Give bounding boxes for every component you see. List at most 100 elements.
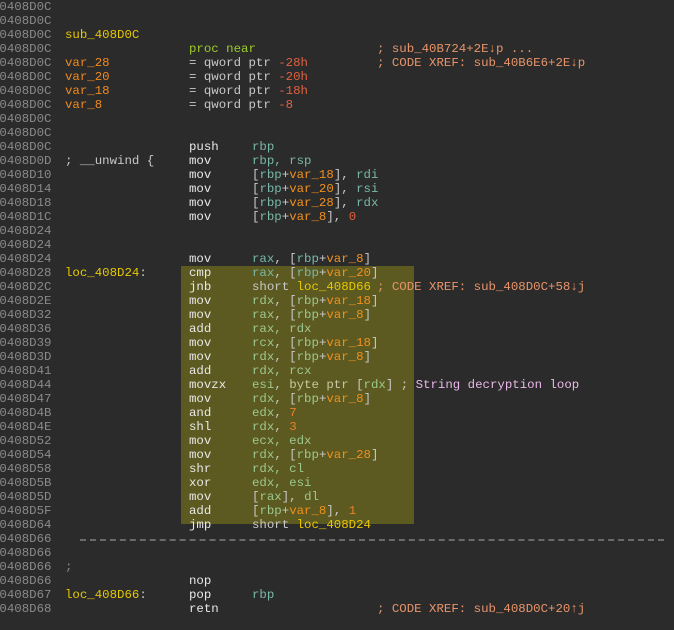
exit-label-line[interactable]: 00408D66 loc_408D66: ; CODE XREF: sub_40…: [0, 560, 674, 616]
disassembly-listing[interactable]: 00408D0C sub_408D0C proc near ; CODE XRE…: [0, 0, 674, 616]
label-ref[interactable]: loc_408D66: [297, 280, 371, 294]
instruction-line[interactable]: 00408D52 mov ecx, edx: [0, 434, 674, 448]
variable-name[interactable]: var_8: [65, 98, 102, 112]
register: rdx: [252, 350, 275, 364]
variable-type: = qword ptr -8: [189, 98, 293, 112]
instruction-line[interactable]: 00408D67 pop rbp: [0, 588, 674, 602]
address: 00408D58: [0, 462, 52, 476]
register: rax: [252, 266, 275, 280]
instruction-line[interactable]: 00408D4B and edx, 7: [0, 406, 674, 420]
stack-variable-line[interactable]: 00408D0C var_18 = qword ptr -18h: [0, 84, 674, 98]
address: 00408D4B: [0, 406, 52, 420]
register: rbp: [252, 588, 275, 602]
unwind-line: 00408D0C ; __unwind {: [0, 126, 674, 168]
variable-ref[interactable]: var_28: [326, 448, 371, 462]
instruction-line[interactable]: 00408D1C mov [rbp+var_8], 0: [0, 210, 674, 224]
operand-br: , [: [274, 308, 297, 322]
register: edx, esi: [252, 476, 312, 490]
instruction-line[interactable]: 00408D54 mov rdx, [rbp+var_28]: [0, 448, 674, 462]
variable-ref[interactable]: var_20: [326, 266, 371, 280]
instruction-line[interactable]: 00408D24 mov rax, [rbp+var_8]: [0, 252, 674, 266]
stack-variable-line[interactable]: 00408D0C var_8 = qword ptr -8: [0, 98, 674, 112]
operands: [rbp+var_28], rdx: [252, 196, 378, 210]
instruction-line[interactable]: 00408D36 add rax, rdx: [0, 322, 674, 336]
variable-ref[interactable]: var_20: [289, 182, 334, 196]
variable-ref[interactable]: var_8: [289, 210, 326, 224]
variable-ref[interactable]: var_8: [289, 504, 326, 518]
address: 00408D2C: [0, 280, 52, 294]
operands: [rbp+var_8], 0: [252, 210, 356, 224]
instruction-line[interactable]: 00408D2C jnb short loc_408D66: [0, 280, 674, 294]
instruction-line[interactable]: 00408D5F add [rbp+var_8], 1: [0, 504, 674, 518]
instruction-line[interactable]: 00408D68 retn: [0, 602, 674, 616]
register: rbp, rsp: [252, 154, 312, 168]
variable-offset: -28h: [278, 56, 308, 70]
register: rbp: [259, 210, 282, 224]
address: 00408D66: [0, 546, 52, 560]
operand-br: , [: [274, 336, 297, 350]
address: 00408D24: [0, 252, 52, 266]
variable-ref[interactable]: var_8: [326, 252, 363, 266]
stack-variable-line[interactable]: 00408D0C var_20 = qword ptr -20h: [0, 70, 674, 84]
register: rdx: [252, 448, 275, 462]
variable-offset: -20h: [278, 70, 308, 84]
address: 00408D14: [0, 182, 52, 196]
mnemonic: mov: [189, 490, 212, 504]
stack-variable-line[interactable]: 00408D0C var_28 = qword ptr -28h: [0, 56, 674, 70]
instruction-line[interactable]: 00408D5B xor edx, esi: [0, 476, 674, 490]
instruction-line[interactable]: 00408D3D mov rdx, [rbp+var_8]: [0, 350, 674, 364]
operand-br: , [: [274, 392, 297, 406]
variable-ref[interactable]: var_28: [289, 196, 334, 210]
type-text: = qword ptr: [189, 98, 279, 112]
register: rbp: [296, 448, 319, 462]
separator-dashes: [80, 539, 664, 541]
operands: rbp: [252, 588, 274, 602]
instruction-line[interactable]: 00408D39 mov rcx, [rbp+var_18]: [0, 336, 674, 350]
instruction-line[interactable]: 00408D47 mov rdx, [rbp+var_8]: [0, 392, 674, 406]
variable-ref[interactable]: var_8: [326, 350, 363, 364]
operand-br: ]: [371, 448, 379, 462]
proc-line[interactable]: 00408D0C sub_408D0C proc near ; CODE XRE…: [0, 0, 674, 70]
operand-kw: short: [252, 280, 297, 294]
address: 00408D32: [0, 308, 52, 322]
variable-ref[interactable]: var_18: [289, 168, 334, 182]
register: rbp: [296, 266, 319, 280]
operands: short loc_408D24: [252, 518, 371, 532]
loop-label-line[interactable]: 00408D24 loc_408D24: ; CODE XREF: sub_40…: [0, 238, 674, 294]
instruction-line[interactable]: 00408D14 mov [rbp+var_20], rsi: [0, 182, 674, 196]
instruction-line[interactable]: 00408D58 shr rdx, cl: [0, 462, 674, 476]
instruction-line[interactable]: 00408D18 mov [rbp+var_28], rdx: [0, 196, 674, 210]
instruction-line[interactable]: 00408D66 nop: [0, 574, 674, 588]
instruction-line[interactable]: 00408D2E mov rdx, [rbp+var_18]: [0, 294, 674, 308]
instruction-line[interactable]: 00408D28 cmp rax, [rbp+var_20]: [0, 266, 674, 280]
operands: [rbp+var_18], rdi: [252, 168, 378, 182]
operands: rax, rdx: [252, 322, 312, 336]
address: 00408D44: [0, 378, 52, 392]
instruction-line[interactable]: 00408D64 jmp short loc_408D24: [0, 518, 674, 532]
variable-ref[interactable]: var_18: [326, 336, 371, 350]
instruction-line[interactable]: 00408D0D mov rbp, rsp: [0, 154, 674, 168]
variable-name[interactable]: var_20: [65, 70, 110, 84]
variable-name[interactable]: var_28: [65, 56, 110, 70]
address: 00408D0C: [0, 0, 52, 14]
instruction-line[interactable]: 00408D41 add rdx, rcx: [0, 364, 674, 378]
label-ref[interactable]: loc_408D24: [297, 518, 371, 532]
variable-ref[interactable]: var_18: [326, 294, 371, 308]
instruction-line[interactable]: 00408D10 mov [rbp+var_18], rdi: [0, 168, 674, 182]
variable-ref[interactable]: var_8: [326, 308, 363, 322]
address: 00408D66: [0, 532, 52, 546]
variable-ref[interactable]: var_8: [326, 392, 363, 406]
register: rbp: [296, 252, 319, 266]
instruction-line[interactable]: 00408D32 mov rax, [rbp+var_8]: [0, 308, 674, 322]
operand-br: , [: [274, 266, 297, 280]
mnemonic: add: [189, 504, 212, 518]
operands: rdx, rcx: [252, 364, 312, 378]
register: rdx: [356, 196, 379, 210]
instruction-line[interactable]: 00408D0C push rbp: [0, 140, 674, 154]
instruction-line[interactable]: 00408D5D mov [rax], dl: [0, 490, 674, 504]
variable-name[interactable]: var_18: [65, 84, 110, 98]
immediate: 7: [289, 406, 297, 420]
mnemonic: mov: [189, 448, 212, 462]
instruction-line[interactable]: 00408D4E shl rdx, 3: [0, 420, 674, 434]
instruction-line[interactable]: 00408D44 movzx esi, byte ptr [rdx] ; Strin…: [0, 378, 674, 392]
